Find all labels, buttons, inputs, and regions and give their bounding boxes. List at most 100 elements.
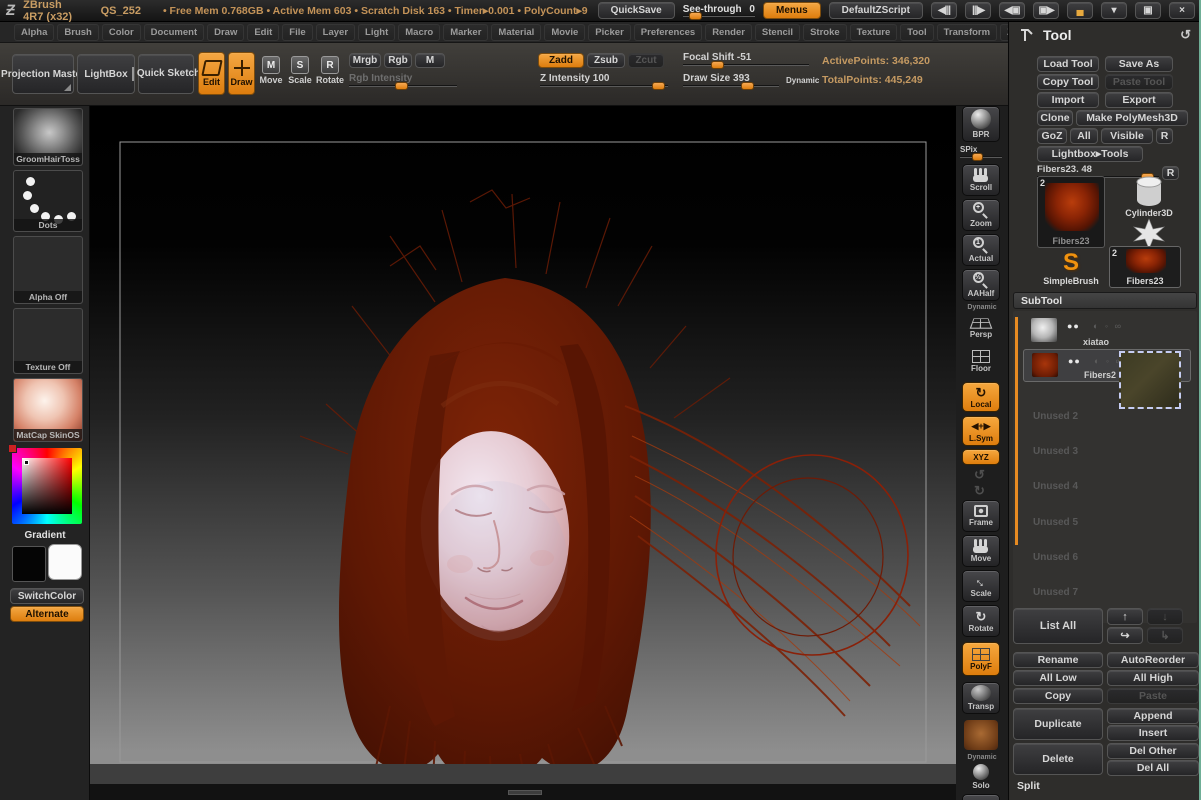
menu-layer[interactable]: Layer [316,24,355,41]
subtool-up-button[interactable]: ↑ [1107,608,1143,625]
edit-mode-button[interactable]: Edit [198,52,225,95]
paste-tool-button[interactable]: Paste Tool [1105,74,1173,90]
menu-color[interactable]: Color [102,24,141,41]
tray-resize-grip[interactable] [508,790,542,795]
insert-button[interactable]: Insert [1107,725,1199,741]
goz-all-button[interactable]: All [1070,128,1098,144]
fibers-subtool-thumbnail[interactable] [1032,353,1058,377]
menu-macro[interactable]: Macro [398,24,440,41]
list-all-button[interactable]: List All [1013,608,1103,644]
actual-button[interactable]: 1 Actual [962,234,1000,266]
zsub-button[interactable]: Zsub [587,53,625,68]
gradient-label[interactable]: Gradient [0,530,90,541]
zcut-button[interactable]: Zcut [628,53,664,68]
rgb-button[interactable]: Rgb [384,53,412,68]
zadd-button[interactable]: Zadd [538,53,584,68]
ghost-button[interactable] [962,718,1000,752]
draw-mode-button[interactable]: Draw [228,52,255,95]
append-button[interactable]: Append [1107,708,1199,724]
switch-color-button[interactable]: SwitchColor [10,588,84,604]
move-3d-button[interactable]: Move [962,535,1000,567]
menu-render[interactable]: Render [705,24,752,41]
stroke-thumbnail[interactable]: Dots [13,170,83,232]
menu-stroke[interactable]: Stroke [803,24,847,41]
menu-tool[interactable]: Tool [900,24,933,41]
right-tray-toggle-icon[interactable]: |||▶ [965,2,991,19]
rgb-intensity-nub[interactable] [395,82,408,90]
prev-window-icon[interactable]: ◀▣ [999,2,1025,19]
mrgb-button[interactable]: Mrgb [349,53,381,68]
scroll-button[interactable]: Scroll [962,164,1000,196]
floor-button[interactable]: Floor [962,346,1000,376]
autoreorder-button[interactable]: AutoReorder [1107,652,1199,668]
z-intensity-nub[interactable] [652,82,665,90]
bpr-button[interactable]: BPR [962,106,1000,142]
load-tool-button[interactable]: Load Tool [1037,56,1099,72]
scale-3d-button[interactable]: ↔ Scale [962,570,1000,602]
alternate-button[interactable]: Alternate [10,606,84,622]
del-all-button[interactable]: Del All [1107,760,1199,776]
focal-shift-slider[interactable]: Focal Shift -51 [683,52,809,66]
menu-edit[interactable]: Edit [247,24,279,41]
xpose-button[interactable]: ↖↗↙↘ Xpose [962,794,1000,800]
menu-light[interactable]: Light [358,24,395,41]
next-window-icon[interactable]: ▣▶ [1033,2,1059,19]
material-thumbnail[interactable]: MatCap SkinOS [13,378,83,442]
dynamic-draw-size-toggle[interactable]: Dynamic [786,76,819,85]
draw-size-slider[interactable]: Draw Size 393 [683,73,779,87]
default-zscript-button[interactable]: DefaultZScript [829,2,923,19]
aahalf-button[interactable]: ½ AAHalf [962,269,1000,301]
rotate-y-icon[interactable]: ↺ [974,468,985,481]
del-other-button[interactable]: Del Other [1107,743,1199,759]
lightbox-button[interactable]: LightBox [77,54,135,94]
menu-brush[interactable]: Brush [57,24,98,41]
draw-size-nub[interactable] [741,82,754,90]
main-color-swatch[interactable] [12,546,46,582]
duplicate-button[interactable]: Duplicate [1013,708,1103,740]
spix-nub[interactable] [972,153,983,161]
visibility-eye-icon[interactable]: ●● [1068,356,1081,366]
active-tool-thumbnail[interactable]: 2 Fibers23 [1037,176,1105,248]
xyz-button[interactable]: XYZ [962,449,1000,465]
subtool-section-header[interactable]: SubTool [1013,292,1197,309]
m-button[interactable]: M [415,53,445,68]
move-mode-button[interactable]: M Move [257,56,285,85]
menu-transform[interactable]: Transform [937,24,997,41]
goz-r-button[interactable]: R [1156,128,1173,144]
see-through-slider[interactable]: See-through 0 [683,4,755,17]
lightbox-tools-button[interactable]: Lightbox▸Tools [1037,146,1143,162]
see-through-track[interactable] [683,15,755,17]
z-intensity-slider[interactable]: Z Intensity 100 [540,73,668,87]
all-low-button[interactable]: All Low [1013,670,1103,686]
rotate-3d-button[interactable]: ↻ Rotate [962,605,1000,637]
spix-slider[interactable]: SPix [960,144,1002,158]
copy-tool-button[interactable]: Copy Tool [1037,74,1099,90]
minimize-button[interactable]: ▾ [1101,2,1127,19]
rename-button[interactable]: Rename [1013,652,1103,668]
scale-mode-button[interactable]: S Scale [286,56,314,85]
saturation-square[interactable] [22,458,72,514]
zoom-button[interactable]: + Zoom [962,199,1000,231]
current-brush-thumbnail[interactable]: GroomHairToss [13,108,83,166]
make-polymesh3d-button[interactable]: Make PolyMesh3D [1076,110,1188,126]
cylinder3d-tool[interactable]: Cylinder3D [1113,176,1185,220]
delete-button[interactable]: Delete [1013,743,1103,775]
focal-shift-nub[interactable] [711,61,724,69]
sculpt-viewport[interactable] [90,106,956,800]
lsym-button[interactable]: ◀+▶ L.Sym [962,416,1000,446]
secondary-color-swatch[interactable] [48,544,82,580]
polyframe-button[interactable]: PolyF [962,642,1000,676]
menu-picker[interactable]: Picker [588,24,631,41]
projection-master-button[interactable]: Projection Master [12,54,74,94]
frame-button[interactable]: Frame [962,500,1000,532]
save-as-button[interactable]: Save As [1105,56,1173,72]
export-button[interactable]: Export [1105,92,1173,108]
quick-sketch-button[interactable]: Quick Sketch [138,54,194,94]
subtool-down-button[interactable]: ↓ [1147,608,1183,625]
subtool-copy-button[interactable]: Copy [1013,688,1103,704]
menu-draw[interactable]: Draw [207,24,244,41]
visibility-eye-icon[interactable]: ●● [1067,321,1080,331]
head-subtool-thumbnail[interactable] [1031,318,1057,342]
menu-file[interactable]: File [282,24,312,41]
transparency-button[interactable]: Transp [962,682,1000,714]
